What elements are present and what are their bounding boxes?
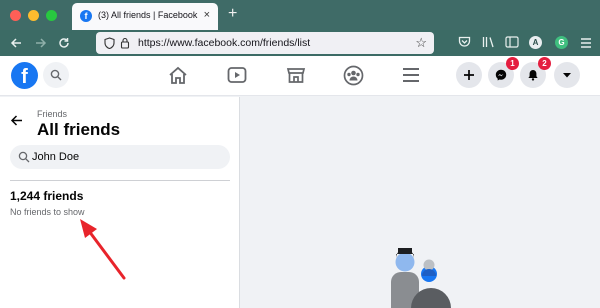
new-tab-button[interactable]: + xyxy=(228,5,237,23)
browser-tab-active[interactable]: f (3) All friends | Facebook × xyxy=(72,3,218,30)
messenger-badge: 1 xyxy=(506,57,519,70)
browser-title-bar: f (3) All friends | Facebook × + xyxy=(0,0,600,30)
browser-nav-bar: https://www.facebook.com/friends/list ☆ … xyxy=(0,30,600,56)
notifications-button[interactable]: 2 xyxy=(520,57,551,88)
url-text: https://www.facebook.com/friends/list xyxy=(138,37,311,49)
minimize-window-button[interactable] xyxy=(28,10,39,21)
shield-icon[interactable] xyxy=(104,37,115,49)
grammarly-extension-icon[interactable]: G xyxy=(555,36,568,49)
page-title: All friends xyxy=(37,120,121,139)
watch-icon[interactable] xyxy=(227,66,247,84)
bookmark-star-icon[interactable]: ☆ xyxy=(415,35,427,51)
groups-icon[interactable] xyxy=(343,65,364,86)
sidebar-toggle-icon[interactable] xyxy=(505,36,519,48)
friend-count: 1,244 friends xyxy=(10,189,84,203)
empty-state-illustration xyxy=(391,248,451,308)
annotation-arrow xyxy=(80,219,126,280)
library-icon[interactable] xyxy=(482,36,496,48)
create-button[interactable] xyxy=(456,62,482,88)
search-icon xyxy=(50,69,62,81)
plus-icon xyxy=(464,70,474,80)
pocket-icon[interactable] xyxy=(458,36,471,48)
close-window-button[interactable] xyxy=(10,10,21,21)
messenger-button[interactable]: 1 xyxy=(488,57,519,88)
tab-title: (3) All friends | Facebook xyxy=(98,10,198,20)
notifications-badge: 2 xyxy=(538,57,551,70)
search-icon xyxy=(18,151,30,163)
divider xyxy=(10,180,230,181)
account-button[interactable] xyxy=(554,62,580,88)
menu-icon[interactable] xyxy=(402,67,420,83)
search-input[interactable] xyxy=(32,149,222,165)
back-arrow-icon[interactable] xyxy=(10,37,22,49)
bell-icon xyxy=(528,70,538,81)
url-bar[interactable]: https://www.facebook.com/friends/list ☆ xyxy=(96,32,434,54)
empty-results-message: No friends to show xyxy=(10,207,85,217)
zoom-window-button[interactable] xyxy=(46,10,57,21)
facebook-favicon-icon: f xyxy=(80,10,92,22)
search-button[interactable] xyxy=(43,62,69,88)
menu-icon[interactable] xyxy=(580,37,592,49)
forward-arrow-icon[interactable] xyxy=(35,37,47,49)
back-arrow-icon[interactable] xyxy=(10,114,23,127)
facebook-header: f 1 2 xyxy=(0,56,600,96)
marketplace-icon[interactable] xyxy=(286,66,306,84)
lock-icon[interactable] xyxy=(120,37,130,49)
search-friends-field[interactable] xyxy=(10,145,230,169)
reload-icon[interactable] xyxy=(58,37,70,49)
account-extension-icon[interactable]: A xyxy=(529,36,542,49)
facebook-logo[interactable]: f xyxy=(11,62,38,89)
breadcrumb[interactable]: Friends xyxy=(37,109,67,119)
caret-down-icon xyxy=(563,73,571,78)
messenger-icon xyxy=(495,69,507,81)
home-icon[interactable] xyxy=(168,66,188,85)
tab-close-icon[interactable]: × xyxy=(204,9,210,21)
